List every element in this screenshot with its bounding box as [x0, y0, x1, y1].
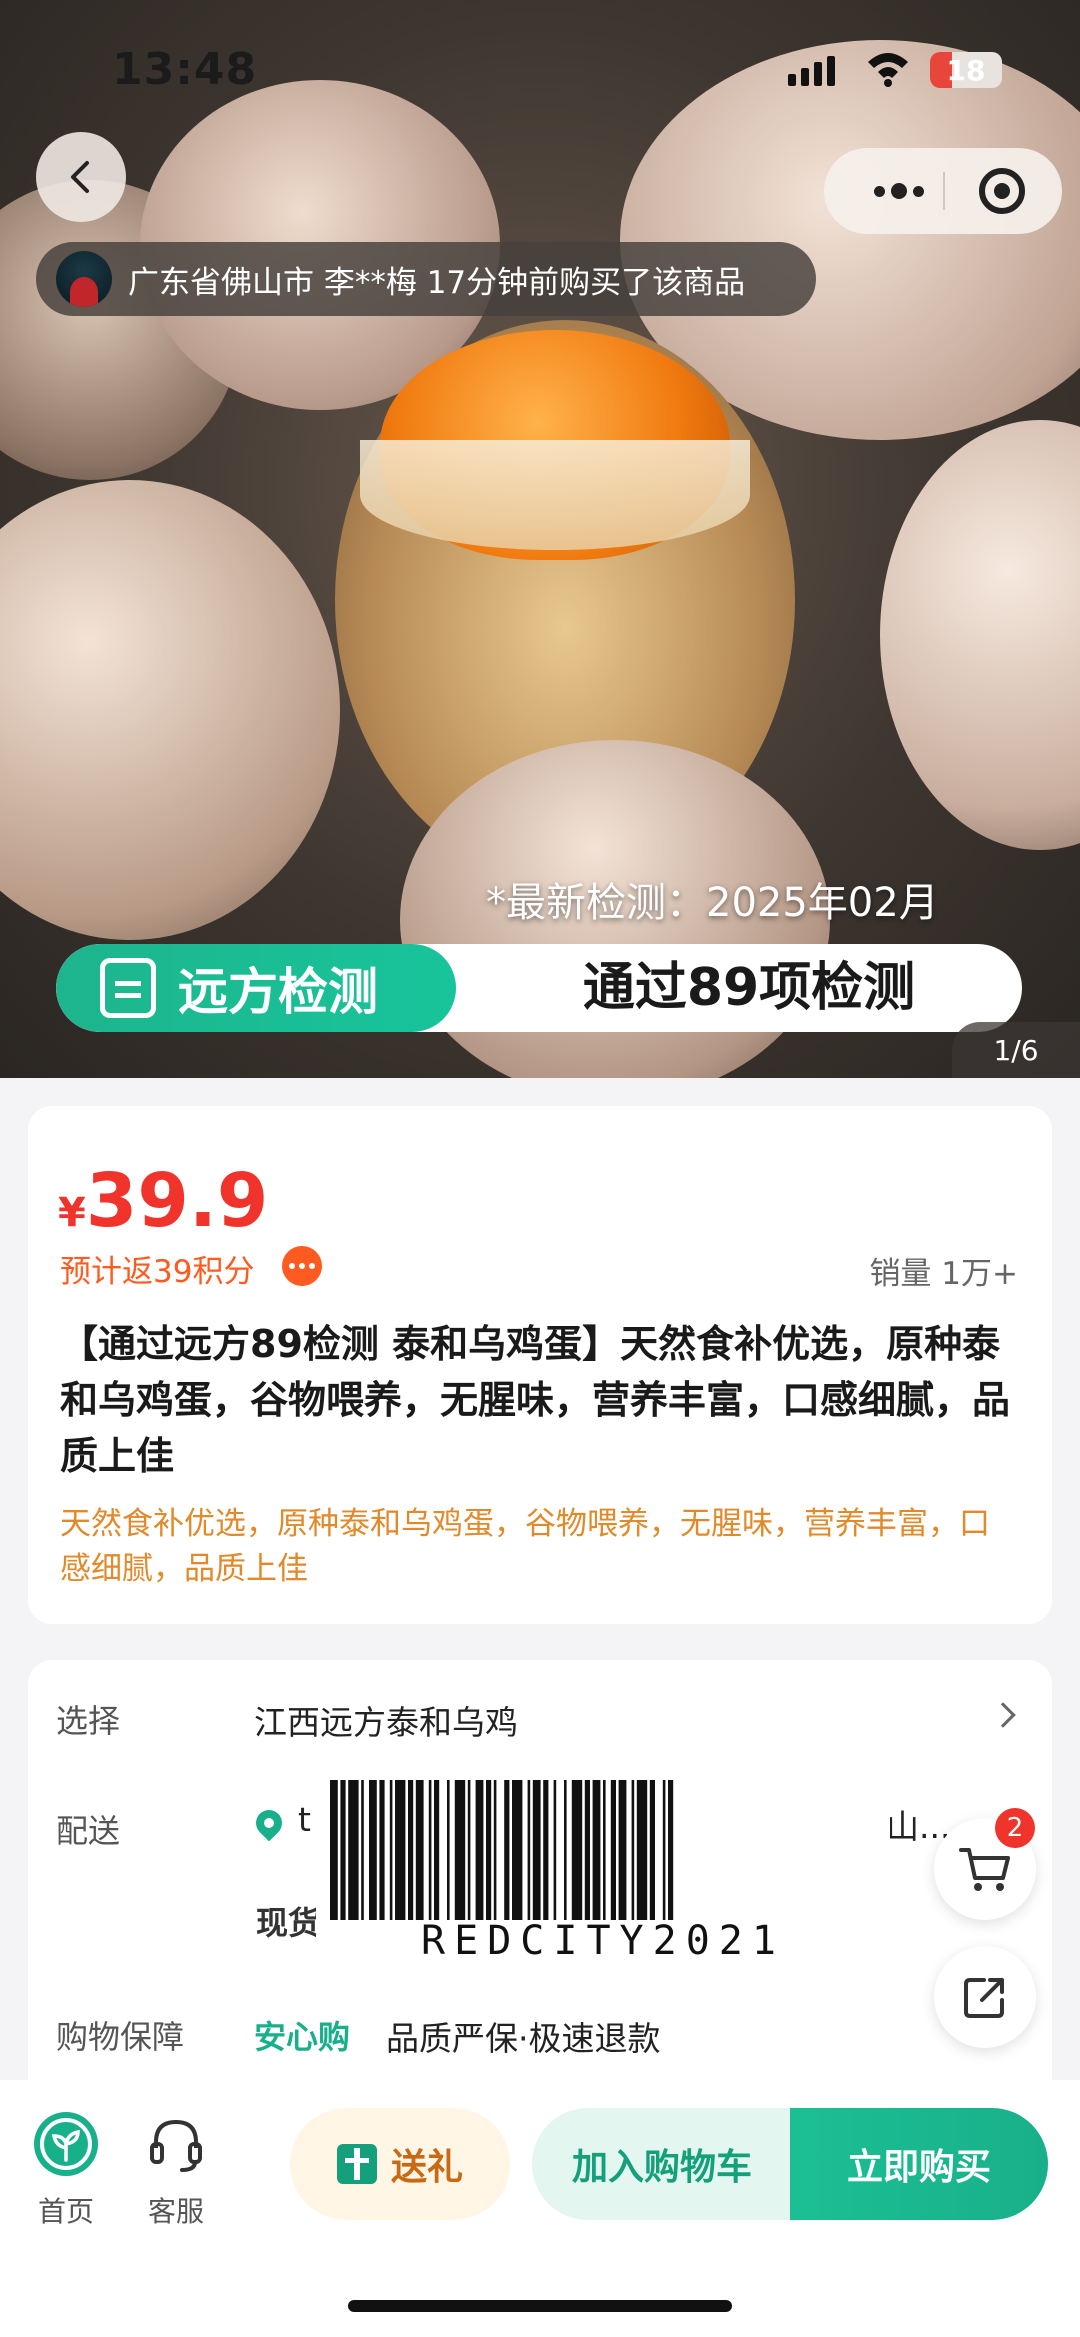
buy-now-button[interactable]: 立即购买 [790, 2108, 1048, 2220]
barcode-text: REDCITY2021 [421, 1918, 785, 1964]
test-brand: 远方检测 [178, 963, 378, 1021]
barcode-bar [454, 1780, 466, 1920]
select-label: 选择 [56, 1702, 121, 1740]
barcode-bar [493, 1780, 497, 1920]
status-bar: 13:48 18 [0, 0, 1080, 140]
barcode-bar [379, 1780, 385, 1920]
barcode-bar [369, 1780, 377, 1920]
bottom-action-bar: 首页 客服 送礼 加入购物车 立即购买 [0, 2080, 1080, 2337]
tab-service-label: 客服 [147, 2195, 204, 2228]
share-float-button[interactable] [934, 1946, 1036, 2048]
wifi-icon [868, 53, 908, 87]
product-info-card: ¥39.9 预计返39积分 销量 1万+ 【通过远方89检测 泰和乌鸡蛋】天然食… [28, 1106, 1052, 1624]
test-date: *最新检测：2025年02月 [486, 880, 939, 926]
gift-label: 送礼 [390, 2147, 463, 2188]
product-image-carousel[interactable]: 13:48 18 广东省佛山市 李**梅 17分钟前购买了该商品 *最新检测：2… [0, 0, 1080, 1078]
barcode-bar [415, 1780, 424, 1920]
delivery-value-end[interactable]: 山... [886, 1800, 950, 1848]
battery-level: 18 [946, 54, 986, 87]
home-logo-icon [34, 2112, 98, 2176]
barcode-bar [532, 1780, 541, 1920]
barcode-bar [668, 1780, 674, 1920]
test-result: 通过89项检测 [582, 958, 916, 1018]
location-pin-icon [250, 1804, 288, 1842]
guarantee-value[interactable]: 品质严保·极速退款 [386, 2012, 661, 2060]
close-miniprogram-icon[interactable] [979, 168, 1025, 214]
barcode-bar [592, 1780, 601, 1920]
barcode-bar [361, 1780, 364, 1920]
gift-icon [336, 2144, 377, 2184]
price-symbol: ¥ [58, 1190, 86, 1236]
barcode-bar [395, 1780, 406, 1920]
barcode-bar [543, 1780, 549, 1920]
chevron-left-icon [71, 161, 89, 193]
barcode-bar [408, 1780, 414, 1920]
clipboard-icon [100, 958, 156, 1018]
product-subtitle: 天然食补优选，原种泰和乌鸡蛋，谷物喂养，无腥味，营养丰富，口感细腻，品质上佳 [60, 1506, 990, 1587]
select-value[interactable]: 江西远方泰和乌鸡 [254, 1696, 518, 1744]
miniprogram-capsule [824, 148, 1062, 234]
add-to-cart-button[interactable]: 加入购物车 [532, 2108, 792, 2220]
tab-customer-service[interactable]: 客服 [126, 2110, 226, 2230]
barcode-bar [330, 1780, 338, 1920]
stock-status: 现货 [256, 1904, 321, 1942]
delivery-value[interactable]: t [298, 1800, 311, 1839]
points-rebate: 预计返39积分 [60, 1254, 255, 1290]
more-options-button[interactable] [854, 148, 944, 234]
cart-count-badge: 2 [995, 1808, 1035, 1848]
battery-icon: 18 [930, 52, 1002, 88]
barcode-bar [340, 1780, 346, 1920]
barcode-bar [564, 1780, 567, 1920]
guarantee-label: 购物保障 [56, 2018, 185, 2056]
barcode-bar [584, 1780, 590, 1920]
home-indicator [348, 2300, 732, 2312]
status-time: 13:48 [112, 44, 258, 95]
barcode-bar [571, 1780, 583, 1920]
barcode-bar [636, 1780, 648, 1920]
sales-count: 销量 1万+ [869, 1256, 1018, 1292]
headset-icon [150, 2119, 202, 2172]
barcode-bar [504, 1780, 510, 1920]
chevron-right-icon[interactable] [990, 1702, 1016, 1728]
barcode-bar [618, 1780, 627, 1920]
gift-button[interactable]: 送礼 [290, 2108, 510, 2220]
price: ¥39.9 [58, 1158, 268, 1244]
tab-home-label: 首页 [37, 2195, 94, 2228]
barcode-bar [631, 1780, 635, 1920]
barcode-bar [603, 1780, 606, 1920]
barcode-bar [389, 1780, 393, 1920]
barcode-bar [512, 1780, 523, 1920]
image-page-indicator: 1/6 [952, 1022, 1080, 1078]
barcode-bars [330, 1780, 674, 1920]
barcode-watermark: REDCITY2021 [316, 1772, 890, 1982]
cart-icon [959, 1848, 1010, 1891]
barcode-bar [527, 1780, 531, 1920]
barcode-bar [447, 1780, 450, 1920]
test-banner: 远方检测 通过89项检测 [56, 944, 1022, 1032]
recent-purchase-text: 广东省佛山市 李**梅 17分钟前购买了该商品 [128, 264, 746, 301]
barcode-bar [649, 1780, 655, 1920]
barcode-bar [348, 1780, 359, 1920]
recent-purchase-notice: 广东省佛山市 李**梅 17分钟前购买了该商品 [36, 242, 816, 316]
back-button[interactable] [36, 132, 126, 222]
share-icon [964, 1978, 1004, 2018]
avatar [56, 251, 112, 307]
barcode-bar [486, 1780, 492, 1920]
barcode-bar [610, 1780, 616, 1920]
product-title: 【通过远方89检测 泰和乌鸡蛋】天然食补优选，原种泰和乌鸡蛋，谷物喂养，无腥味，… [60, 1322, 1011, 1478]
delivery-label: 配送 [56, 1812, 121, 1850]
barcode-bar [553, 1780, 557, 1920]
tab-home[interactable]: 首页 [16, 2110, 116, 2230]
points-more-icon[interactable] [282, 1246, 322, 1286]
barcode-bar [475, 1780, 484, 1920]
barcode-bar [467, 1780, 471, 1920]
barcode-bar [434, 1780, 440, 1920]
signal-icon [788, 56, 835, 86]
price-value: 39.9 [85, 1158, 269, 1244]
guarantee-tag: 安心购 [254, 2018, 351, 2056]
barcode-bar [662, 1780, 666, 1920]
product-detail-page: 13:48 18 广东省佛山市 李**梅 17分钟前购买了该商品 *最新检测：2… [0, 0, 1080, 2337]
barcode-bar [428, 1780, 432, 1920]
